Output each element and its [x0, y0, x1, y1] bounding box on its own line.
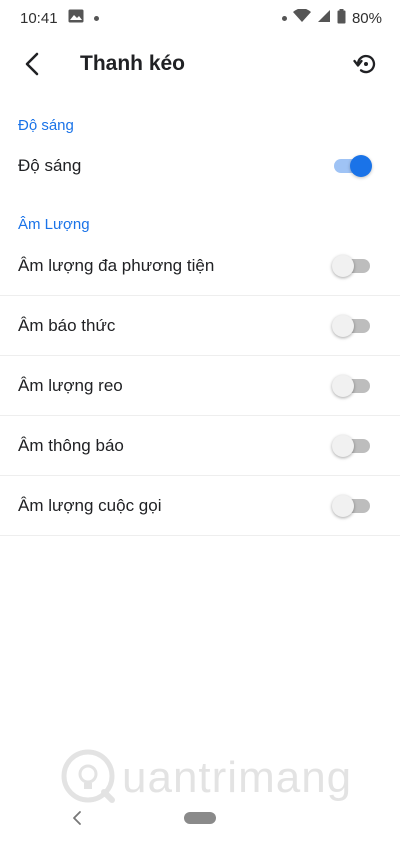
app-bar: Thanh kéo — [0, 36, 400, 96]
row-notification-volume[interactable]: Âm thông báo — [0, 416, 400, 476]
brightness-toggle[interactable] — [334, 155, 372, 177]
toggle-thumb — [332, 494, 354, 517]
restore-icon — [353, 51, 379, 82]
home-pill-button[interactable] — [184, 812, 216, 824]
dot-icon — [281, 15, 287, 21]
row-label: Âm lượng reo — [18, 375, 123, 395]
row-brightness[interactable]: Độ sáng — [0, 136, 400, 196]
battery-percent: 80% — [351, 9, 382, 27]
toggle-thumb — [332, 254, 354, 277]
image-icon — [68, 9, 84, 27]
status-bar-left: 10:41 — [20, 9, 99, 27]
notification-dot-icon — [93, 15, 99, 21]
nav-back-icon — [68, 811, 88, 832]
media-volume-toggle[interactable] — [332, 254, 370, 277]
page-title: Thanh kéo — [80, 52, 186, 75]
section-header-volume: Âm Lượng — [18, 216, 90, 233]
back-arrow-icon — [24, 52, 40, 81]
row-label: Độ sáng — [18, 156, 82, 175]
toggle-thumb — [332, 374, 354, 397]
row-alarm-volume[interactable]: Âm báo thức — [0, 296, 400, 356]
signal-icon — [317, 9, 331, 27]
row-call-volume[interactable]: Âm lượng cuộc gọi — [0, 476, 400, 536]
reset-button[interactable] — [344, 44, 388, 88]
toggle-thumb — [350, 155, 372, 177]
battery-icon — [337, 8, 346, 28]
status-bar: 10:41 80% — [0, 0, 400, 36]
row-media-volume[interactable]: Âm lượng đa phương tiện — [0, 236, 400, 296]
back-button[interactable] — [12, 44, 52, 88]
call-volume-toggle[interactable] — [332, 494, 370, 517]
ring-volume-toggle[interactable] — [332, 374, 370, 397]
wifi-icon — [292, 8, 311, 27]
toggle-thumb — [332, 314, 354, 337]
status-bar-right: 80% — [281, 8, 382, 28]
status-time: 10:41 — [20, 9, 58, 27]
row-label: Âm báo thức — [18, 315, 116, 335]
section-header-brightness: Độ sáng — [18, 117, 74, 134]
watermark-text: uantrimang — [122, 753, 353, 802]
row-label: Âm lượng cuộc gọi — [18, 495, 162, 515]
alarm-volume-toggle[interactable] — [332, 314, 370, 337]
nav-back-button[interactable] — [68, 808, 88, 828]
toggle-thumb — [332, 434, 354, 457]
row-label: Âm lượng đa phương tiện — [18, 255, 215, 275]
row-label: Âm thông báo — [18, 435, 124, 455]
notification-volume-toggle[interactable] — [332, 434, 370, 457]
row-ring-volume[interactable]: Âm lượng reo — [0, 356, 400, 416]
watermark: uantrimang — [60, 748, 360, 808]
navigation-bar — [0, 800, 400, 844]
